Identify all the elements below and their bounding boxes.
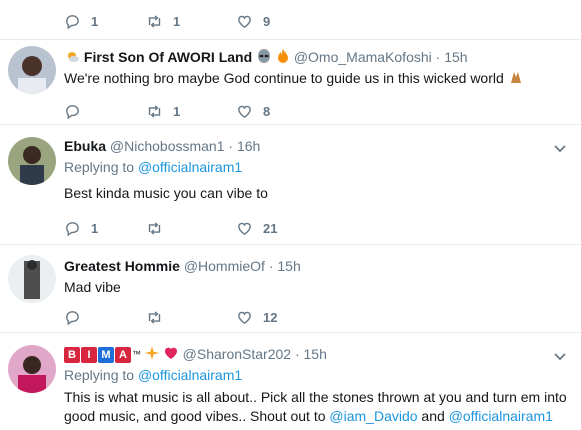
avatar[interactable] [8,345,56,393]
tweet-text-content: We're nothing bro maybe God continue to … [64,70,504,87]
replying-handle-link[interactable]: @officialnairam1 [138,367,242,383]
red-heart-icon [163,345,179,365]
reply-icon [66,104,79,119]
tweet-actions: 1 1 9 [64,11,318,31]
avatar[interactable] [8,255,56,303]
reply-button[interactable] [64,309,146,326]
previous-tweet-footer: 1 1 9 [0,0,581,40]
timestamp[interactable]: 15h [304,346,327,362]
reply-icon [66,310,79,325]
tweet-header: B I M A ™ @SharonStar202 · 15h [64,345,571,365]
tweet[interactable]: B I M A ™ @SharonStar202 · 15h Replying to @… [0,333,581,430]
tweet-text: We're nothing bro maybe God continue to … [64,69,571,90]
tweet[interactable]: First Son Of AWORI Land @Omo_MamaKofoshi… [0,40,581,125]
sparkle-icon [144,346,159,364]
timestamp[interactable]: 16h [237,138,260,154]
like-button[interactable]: 8 [236,103,318,120]
tweet-text-fragment: good music, and good vibes.. Shout out t… [64,408,330,424]
tweet-text-line: good music, and good vibes.. Shout out t… [64,407,571,426]
like-count: 12 [263,309,278,325]
replying-to: Replying to @officialnairam1 [64,158,571,176]
heart-icon [238,311,251,324]
retweet-button[interactable]: 1 [146,13,236,30]
heart-icon [238,105,251,118]
praying-hands-icon [508,69,524,90]
retweet-button[interactable] [146,309,236,326]
tweet-header: Ebuka @Nichobossman1 · 16h [64,137,571,155]
retweet-button[interactable]: 1 [146,103,236,120]
avatar[interactable] [8,137,56,185]
name-letter-a: A [115,347,131,364]
like-button[interactable]: 9 [236,13,318,30]
tweet-actions: 1 21 [64,218,318,238]
replying-label: Replying to [64,159,135,175]
name-letter-m: M [98,347,114,364]
avatar[interactable] [8,46,56,94]
alien-icon [256,48,272,68]
reply-button[interactable]: 1 [64,220,146,237]
tweet-text-line: This is what music is all about.. Pick a… [64,389,567,405]
reply-count: 1 [91,13,99,29]
retweet-icon [148,221,161,235]
display-name[interactable]: B I M A ™ [64,346,145,364]
tweet[interactable]: Ebuka @Nichobossman1 · 16h Replying to @… [0,125,581,245]
reply-icon [66,14,79,29]
separator: · [268,258,274,274]
handle[interactable]: @Nichobossman1 [110,138,225,154]
handle[interactable]: @HommieOf [184,258,265,274]
tweet[interactable]: Greatest Hommie @HommieOf · 15h Mad vibe… [0,245,581,333]
replying-label: Replying to [64,367,135,383]
like-button[interactable]: 21 [236,220,318,237]
mention-link[interactable]: @iam_Davido [329,408,417,424]
timestamp[interactable]: 15h [444,49,467,65]
tweet-text-fragment: and [417,408,449,424]
separator: · [228,138,234,154]
display-name[interactable]: Ebuka [64,138,106,154]
separator: · [294,346,300,362]
like-count: 21 [263,220,278,236]
sun-cloud-icon [64,48,80,68]
heart-icon [238,15,251,28]
like-count: 9 [263,13,271,29]
retweet-icon [148,14,161,28]
tweet-text: Mad vibe [64,279,121,295]
handle[interactable]: @SharonStar202 [183,346,291,362]
tweet-header: Greatest Hommie @HommieOf · 15h [64,257,571,275]
fire-icon [276,48,290,68]
retweet-count: 1 [173,103,181,119]
timestamp[interactable]: 15h [277,258,300,274]
replying-to: Replying to @officialnairam1 [64,366,571,384]
tweet-actions: 1 8 [64,101,318,121]
replying-handle-link[interactable]: @officialnairam1 [138,159,242,175]
reply-count: 1 [91,220,99,236]
retweet-button[interactable] [146,220,236,237]
trademark-symbol: ™ [132,349,141,359]
display-name[interactable]: First Son Of AWORI Land [84,49,252,65]
mention-link[interactable]: @officialnairam1 [449,408,553,424]
tweet-text: Best kinda music you can vibe to [64,185,268,201]
display-name[interactable]: Greatest Hommie [64,258,180,274]
heart-icon [238,222,251,235]
tweet-actions: 12 [64,307,318,327]
name-letter-b: B [64,347,80,364]
like-count: 8 [263,103,271,119]
handle[interactable]: @Omo_MamaKofoshi [294,49,432,65]
like-button[interactable]: 12 [236,309,318,326]
retweet-icon [148,104,161,118]
retweet-icon [148,310,161,324]
reply-button[interactable]: 1 [64,13,146,30]
reply-button[interactable] [64,103,146,120]
retweet-count: 1 [173,13,181,29]
reply-icon [66,221,79,236]
tweet-text: This is what music is all about.. Pick a… [64,388,571,426]
name-letter-i: I [81,347,97,364]
separator: · [435,49,441,65]
tweet-header: First Son Of AWORI Land @Omo_MamaKofoshi… [64,48,571,66]
